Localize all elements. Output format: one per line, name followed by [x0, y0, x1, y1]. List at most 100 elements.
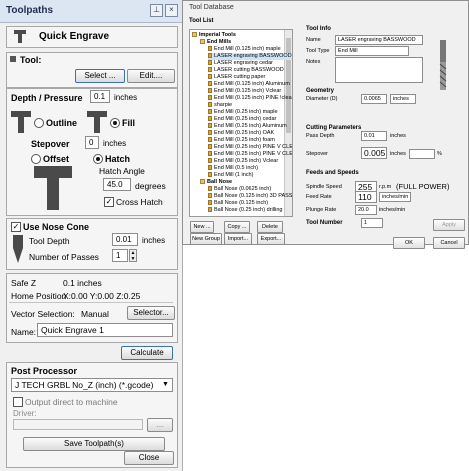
- copy-tool-button[interactable]: Copy ...: [224, 221, 250, 233]
- passes-input[interactable]: 1: [112, 249, 128, 262]
- chevron-down-icon[interactable]: ▼: [162, 381, 169, 388]
- tool-number-input[interactable]: 1: [361, 218, 383, 228]
- passes-spinner[interactable]: ▲ ▼: [129, 249, 137, 262]
- diameter-input[interactable]: 0.0065: [361, 94, 387, 104]
- tree-item-label: End Mill (0.5 inch): [214, 165, 259, 171]
- driver-browse-button[interactable]: ...: [147, 418, 173, 432]
- offset-label: Offset: [43, 154, 70, 164]
- tree-tool-item[interactable]: End Mill (0.25 inch) cedar: [208, 116, 276, 123]
- cutting-params-header: Cutting Parameters: [306, 125, 362, 131]
- tree-tool-item[interactable]: End Mill (0.125 inch) PINE !clear: [208, 95, 292, 102]
- tree-item-label: LASER engraving BASSWOOD: [214, 53, 292, 59]
- tool-bit-icon: [208, 74, 212, 80]
- tool-database-title: Tool Database: [189, 4, 234, 11]
- folder-icon: [200, 179, 205, 185]
- tree-tool-item[interactable]: End Mill (0.25 inch) PINE V CLEAR: [208, 151, 292, 158]
- offset-radio[interactable]: [31, 154, 41, 164]
- cross-hatch-checkbox[interactable]: ✓: [104, 197, 114, 207]
- plunge-rate-input[interactable]: 20.0: [355, 205, 377, 215]
- tree-tool-item[interactable]: End Mill (0.25 inch) Aluminum: [208, 123, 287, 130]
- outline-radio[interactable]: [34, 118, 44, 128]
- tree-item-label: End Mill (0.25 inch) PINE V CLEAR: [214, 144, 293, 150]
- driver-input[interactable]: [13, 419, 143, 430]
- apply-button[interactable]: Apply: [433, 219, 465, 231]
- db-stepover-input[interactable]: 0.005: [361, 147, 387, 159]
- tree-tool-item[interactable]: End Mill (1 inch): [208, 172, 253, 179]
- tree-folder[interactable]: Imperial Tools: [192, 32, 236, 39]
- delete-tool-button[interactable]: Delete: [257, 221, 283, 233]
- tree-folder[interactable]: Ball Nose: [200, 179, 232, 186]
- tool-name-input[interactable]: LASER engraving BASSWOOD: [335, 35, 423, 45]
- calculate-button[interactable]: Calculate: [121, 346, 173, 360]
- stepover-input[interactable]: 0: [85, 136, 99, 149]
- tree-tool-item[interactable]: End Mill (0.125 inch) maple: [208, 46, 281, 53]
- tree-tool-item[interactable]: LASER cutting BASSWOOD: [208, 67, 284, 74]
- tool-name-label: Name: [306, 37, 321, 43]
- hatch-angle-input[interactable]: 45.0: [103, 178, 131, 191]
- ok-button[interactable]: OK: [393, 237, 425, 249]
- home-label: Home Position: [11, 291, 67, 301]
- close-icon[interactable]: ×: [165, 4, 178, 17]
- nose-cone-checkbox[interactable]: ✓: [11, 222, 21, 232]
- feed-rate-input[interactable]: 110: [355, 191, 377, 203]
- tree-tool-item[interactable]: End Mill (0.25 inch) OAK: [208, 130, 274, 137]
- tree-tool-item[interactable]: End Mill (0.25 inch) Vclear: [208, 158, 278, 165]
- tree-tool-item[interactable]: End Mill (0.5 inch): [208, 165, 258, 172]
- import-button[interactable]: Import...: [224, 233, 252, 245]
- tree-tool-item[interactable]: End Mill (0.125 inch) Aluminum: [208, 81, 290, 88]
- tool-type-label: Tool Type: [306, 48, 330, 54]
- new-group-button[interactable]: New Group: [190, 233, 222, 245]
- tool-bit-icon: [208, 137, 212, 143]
- end-mill-icon: [439, 40, 447, 90]
- tree-tool-item[interactable]: End Mill (0.25 inch) PINE V CLEAR: [208, 144, 293, 151]
- passes-label: Number of Passes: [29, 252, 99, 262]
- tool-bit-icon: [208, 193, 212, 199]
- post-processor-select[interactable]: J TECH GRBL No_Z (inch) (*.gcode): [11, 378, 173, 392]
- toolpath-name-input[interactable]: Quick Engrave 1: [37, 323, 173, 337]
- cancel-button[interactable]: Cancel: [433, 237, 465, 249]
- hatch-radio[interactable]: [93, 154, 103, 164]
- tree-tool-item[interactable]: sharpie: [208, 102, 232, 109]
- notes-input[interactable]: [335, 57, 423, 83]
- edit-tool-button[interactable]: Edit....: [127, 69, 175, 83]
- depth-input[interactable]: 0.1: [90, 90, 110, 103]
- tree-tool-item[interactable]: LASER cutting paper: [208, 74, 265, 81]
- tool-depth-input[interactable]: 0.01: [112, 233, 138, 246]
- export-button[interactable]: Export...: [257, 233, 285, 245]
- tool-type-select[interactable]: End Mill: [335, 46, 409, 56]
- notes-label: Notes: [306, 59, 321, 65]
- selector-button[interactable]: Selector...: [127, 306, 175, 320]
- select-tool-button[interactable]: Select ...: [75, 69, 125, 83]
- diameter-unit-select[interactable]: inches: [390, 94, 416, 104]
- tool-bit-icon: [208, 88, 212, 94]
- tree-tool-item[interactable]: End Mill (0.125 inch) Vclear: [208, 88, 281, 95]
- new-tool-button[interactable]: New ...: [190, 221, 214, 233]
- tree-tool-item[interactable]: Ball Nose (0.125 inch) 3D PASS: [208, 193, 292, 200]
- depth-label: Depth / Pressure: [11, 93, 83, 103]
- output-direct-checkbox[interactable]: [13, 397, 23, 407]
- tool-label: Tool:: [20, 55, 42, 65]
- stepover-unit: inches: [103, 139, 127, 148]
- tree-item-label: Ball Nose: [207, 179, 233, 185]
- tree-tool-item[interactable]: End Mill (0.25 inch) maple: [208, 109, 278, 116]
- stepover-percent-input[interactable]: [409, 149, 435, 159]
- tree-tool-item[interactable]: Ball Nose (0.0625 inch): [208, 186, 271, 193]
- tool-bit-icon: [208, 53, 212, 59]
- feed-unit-select[interactable]: inches/min: [379, 192, 411, 202]
- save-toolpaths-button[interactable]: Save Toolpath(s): [23, 437, 165, 451]
- tree-tool-item[interactable]: Ball Nose (0.25 inch) drilling: [208, 207, 282, 214]
- tool-bit-icon: [208, 60, 212, 66]
- pin-icon[interactable]: ⊥: [150, 4, 163, 17]
- pass-depth-unit: inches: [390, 133, 406, 139]
- tree-tool-item[interactable]: End Mill (0.25 inch) foam: [208, 137, 275, 144]
- tree-tool-item[interactable]: LASER engraving cedar: [208, 60, 273, 67]
- close-button[interactable]: Close: [124, 451, 174, 465]
- pass-depth-input[interactable]: 0.01: [361, 131, 387, 141]
- tree-tool-item[interactable]: LASER engraving BASSWOOD: [208, 53, 292, 60]
- tree-item-label: End Mills: [207, 39, 232, 45]
- tree-folder[interactable]: End Mills: [200, 39, 231, 46]
- tree-tool-item[interactable]: Ball Nose (0.125 inch): [208, 200, 268, 207]
- fill-radio[interactable]: [110, 118, 120, 128]
- tool-tree[interactable]: Imperial Tools End Mills End Mill (0.125 i…: [189, 29, 293, 217]
- diameter-label: Diameter (D): [306, 96, 338, 102]
